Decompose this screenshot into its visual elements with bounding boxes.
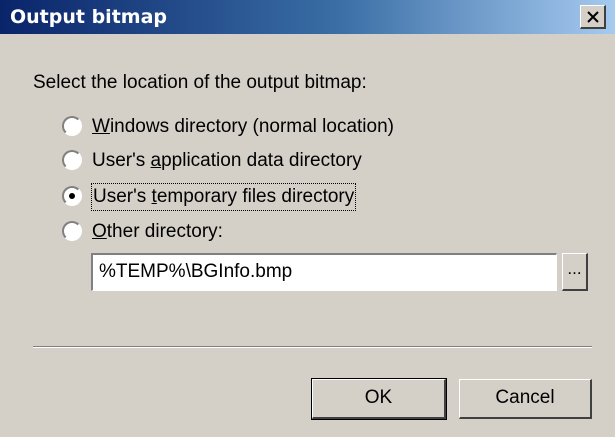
other-directory-path-field[interactable]: %TEMP%\BGInfo.bmp [91, 253, 557, 291]
divider-highlight [33, 347, 592, 348]
radio-label[interactable]: Other directory: [92, 219, 223, 245]
radio-label[interactable]: User's application data directory [92, 148, 362, 174]
mnemonic-letter: O [92, 221, 107, 242]
mnemonic-letter: W [92, 116, 110, 137]
radio-button[interactable] [62, 150, 82, 170]
label-text: indows directory (normal location) [109, 116, 394, 137]
radio-button[interactable] [62, 116, 82, 136]
location-prompt: Select the location of the output bitmap… [33, 72, 367, 93]
label-text: User's [93, 186, 152, 207]
mnemonic-letter: a [150, 150, 162, 171]
label-text: emporary files directory [156, 186, 355, 207]
title-bar[interactable]: Output bitmap [0, 0, 615, 34]
label-text: ther directory: [106, 221, 223, 242]
radio-label[interactable]: Windows directory (normal location) [92, 114, 394, 140]
radio-selected-dot [69, 193, 75, 199]
browse-button[interactable]: ... [562, 253, 588, 291]
radio-label[interactable]: User's temporary files directory [90, 183, 357, 211]
label-text: pplication data directory [161, 150, 362, 171]
close-button[interactable] [580, 5, 606, 29]
close-icon [587, 11, 599, 23]
radio-button[interactable] [62, 221, 82, 241]
output-bitmap-dialog: Output bitmap Select the location of the… [0, 0, 615, 437]
cancel-button[interactable]: Cancel [459, 379, 592, 419]
radio-button-selected[interactable] [62, 186, 82, 206]
ok-button[interactable]: OK [312, 379, 446, 419]
dialog-title: Output bitmap [10, 6, 168, 28]
label-text: User's [92, 150, 151, 171]
